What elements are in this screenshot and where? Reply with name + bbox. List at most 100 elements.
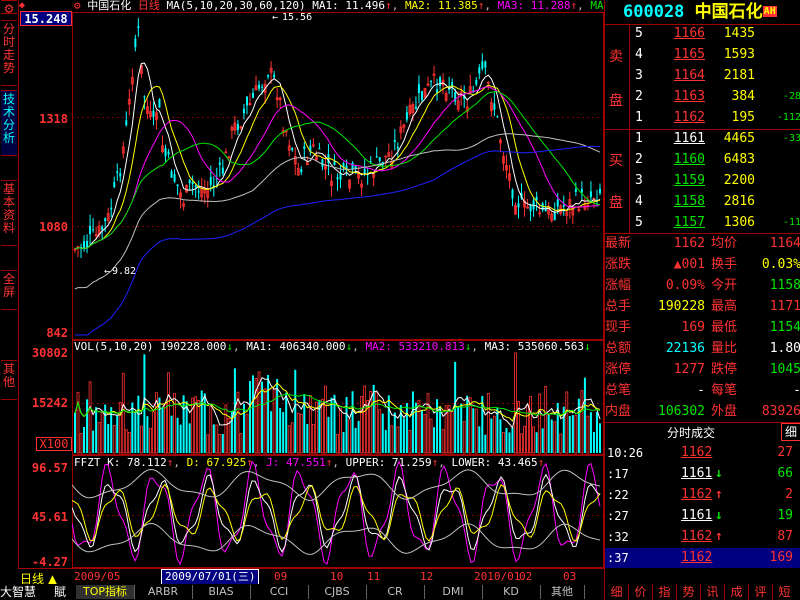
tick-row[interactable]: :22 1162 ↑ 2 xyxy=(605,485,800,505)
side-tab[interactable]: 价 xyxy=(628,584,652,600)
vol-y-tick-15242: 15242 xyxy=(31,396,68,410)
detail-button[interactable]: 细 xyxy=(781,423,800,441)
stat-value: 106302 xyxy=(658,404,705,419)
volume-bar xyxy=(472,408,475,453)
volume-bar xyxy=(526,404,529,454)
candle-body xyxy=(493,103,496,110)
kdj-lines xyxy=(72,460,601,566)
stat-row: 总手 190228 最高 1171 xyxy=(605,297,800,317)
indicator-tab[interactable]: CR xyxy=(366,585,425,599)
stat-label: 换手 xyxy=(711,257,738,272)
stat-label: 跌停 xyxy=(711,362,738,377)
sell-level: 5 xyxy=(635,26,643,41)
candle-body xyxy=(252,92,255,98)
tab-fundamentals[interactable]: 基本资料 xyxy=(1,180,17,246)
tick-row[interactable]: :37 1162 169 xyxy=(605,548,800,568)
tick-volume: 66 xyxy=(777,466,793,481)
indicator-tab[interactable]: 其他 xyxy=(540,585,585,599)
settings-icon[interactable]: 賦 xyxy=(54,585,74,599)
low-arrow-icon: ← xyxy=(104,266,110,277)
sell-change: -28 xyxy=(782,91,800,102)
volume-bar xyxy=(441,429,445,454)
volume-bar xyxy=(212,424,215,453)
volume-bar xyxy=(462,421,466,454)
tick-time: :37 xyxy=(607,551,629,565)
buy-row[interactable]: 1 1161 4465 -33 xyxy=(605,129,800,149)
buy-price: 1161 xyxy=(673,131,705,146)
tick-price: 1162 xyxy=(681,550,713,565)
sell-row[interactable]: 5 1166 1435 xyxy=(605,24,800,44)
sell-volume: 195 xyxy=(731,110,755,125)
indicator-tab[interactable]: KD xyxy=(482,585,541,599)
volume-bar xyxy=(586,415,590,454)
tick-time: :32 xyxy=(607,530,629,544)
side-tab[interactable]: 细 xyxy=(604,584,628,600)
tick-row[interactable]: :27 1161 ↓ 19 xyxy=(605,506,800,526)
sell-row[interactable]: 2 1163 384 -28 xyxy=(605,87,800,107)
tick-row[interactable]: :17 1161 ↓ 66 xyxy=(605,464,800,484)
candle-body xyxy=(553,212,556,220)
tick-row[interactable]: :32 1162 ↑ 87 xyxy=(605,527,800,547)
tab-intraday[interactable]: 分时走势 xyxy=(1,20,17,86)
indicator-tab[interactable]: CJBS xyxy=(308,585,367,599)
stat-label: 涨停 xyxy=(605,362,632,377)
indicator-tab[interactable]: BIAS xyxy=(192,585,251,599)
volume-bar xyxy=(408,429,412,454)
stat-label: 总额 xyxy=(605,341,632,356)
indicator-tab[interactable]: ARBR xyxy=(134,585,193,599)
side-tab[interactable]: 势 xyxy=(676,584,700,600)
tick-arrow-icon: ↓ xyxy=(715,466,723,481)
sell-row[interactable]: 1 1162 195 -112 xyxy=(605,108,800,128)
stat-row: 最新 1162 均价 1164 xyxy=(605,234,800,254)
volume-bar xyxy=(188,423,191,453)
buy-row[interactable]: 4 1158 2816 xyxy=(605,192,800,212)
volume-bar xyxy=(176,417,179,453)
side-tab[interactable]: 评 xyxy=(748,584,772,600)
side-tab[interactable]: 成 xyxy=(724,584,748,600)
indicator-tab[interactable]: DMI xyxy=(424,585,483,599)
candle-body xyxy=(242,108,245,114)
chart-area[interactable]: 15.56 9.82 ← ← xyxy=(72,0,604,584)
volume-bar xyxy=(146,416,149,453)
side-tab[interactable]: 讯 xyxy=(700,584,724,600)
stat-row: 总笔 -每笔- xyxy=(605,381,800,401)
indicator-tab[interactable]: TOP指标 xyxy=(76,585,135,599)
buy-row[interactable]: 5 1157 1306 -11 xyxy=(605,213,800,233)
tab-fullscreen[interactable]: 全屏 xyxy=(1,270,17,310)
volume-bar xyxy=(511,426,514,453)
volume-unit-badge[interactable]: X100 xyxy=(36,437,72,451)
tab-technical[interactable]: 技术分析 xyxy=(1,90,17,156)
volume-bar xyxy=(433,427,436,453)
volume-bar xyxy=(296,412,300,454)
volume-bar xyxy=(568,415,571,453)
volume-bar xyxy=(553,421,557,454)
buy-row[interactable]: 2 1160 6483 xyxy=(605,150,800,170)
volume-bar xyxy=(390,425,394,454)
candle-body xyxy=(378,157,381,162)
stat-label: 最新 xyxy=(605,236,632,251)
side-tab[interactable]: 指 xyxy=(652,584,676,600)
volume-bar xyxy=(420,410,423,453)
volume-bar xyxy=(417,399,421,454)
volume-bar xyxy=(505,427,508,453)
side-tab[interactable]: 短 xyxy=(772,584,796,600)
tick-time: 10:26 xyxy=(607,446,644,460)
tick-row[interactable]: 10:26 1162 27 xyxy=(605,443,800,463)
volume-bar xyxy=(152,411,155,454)
stat-value: 1277 xyxy=(673,362,705,377)
buy-level: 2 xyxy=(635,152,643,167)
volume-bar xyxy=(393,412,396,453)
sell-row[interactable]: 3 1164 2181 xyxy=(605,66,800,86)
quote-header: 600028 中国石化AH xyxy=(623,1,800,23)
stat-value: - xyxy=(697,383,705,398)
tab-other[interactable]: 其他 xyxy=(1,360,17,400)
buy-row[interactable]: 3 1159 2200 xyxy=(605,171,800,191)
sell-level: 1 xyxy=(635,110,643,125)
stat-label: 最低 xyxy=(711,320,738,335)
indicator-tab[interactable]: CCI xyxy=(250,585,309,599)
stat-label: 总手 xyxy=(605,299,632,314)
sell-row[interactable]: 4 1165 1593 xyxy=(605,45,800,65)
stat-label: 涨跌 xyxy=(605,257,632,272)
candle-body xyxy=(484,61,487,68)
volume-bar xyxy=(170,415,173,453)
